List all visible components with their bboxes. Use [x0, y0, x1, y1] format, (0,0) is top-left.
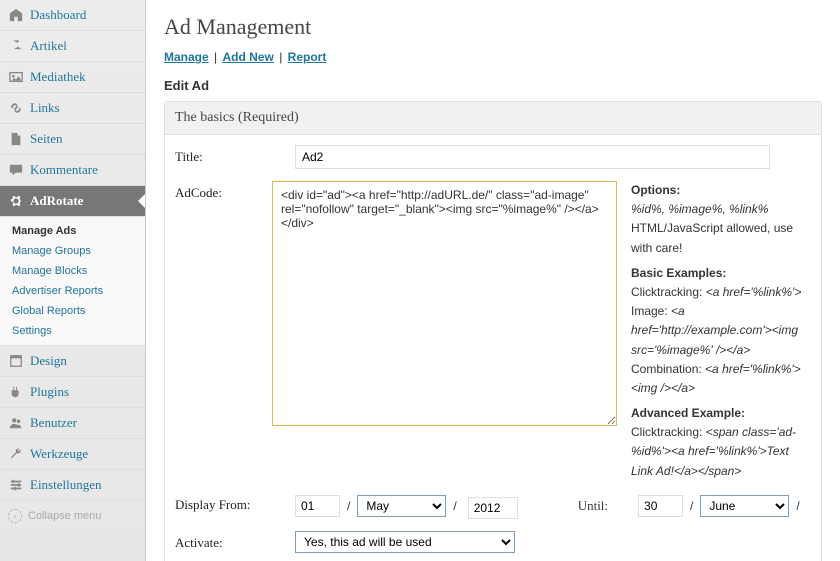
submenu-item[interactable]: Manage Ads	[0, 221, 145, 241]
panel-header: The basics (Required)	[165, 102, 821, 135]
from-year-input[interactable]	[468, 497, 518, 519]
menu-label: Benutzer	[30, 415, 77, 431]
users-icon	[8, 415, 24, 431]
menu-item-plugins[interactable]: Plugins	[0, 377, 145, 408]
collapse-menu[interactable]: ‹ Collapse menu	[0, 501, 145, 531]
edit-ad-heading: Edit Ad	[164, 78, 822, 93]
activate-label: Activate:	[175, 531, 295, 551]
menu-item-benutzer[interactable]: Benutzer	[0, 408, 145, 439]
menu-label: Einstellungen	[30, 477, 102, 493]
collapse-label: Collapse menu	[28, 510, 101, 522]
settings-icon	[8, 477, 24, 493]
from-day-input[interactable]	[295, 495, 340, 517]
link-icon	[8, 100, 24, 116]
nav-add-new[interactable]: Add New	[223, 50, 274, 64]
gear-icon	[8, 193, 24, 209]
menu-label: Design	[30, 353, 67, 369]
submenu-item[interactable]: Advertiser Reports	[0, 281, 145, 301]
display-from-label: Display From:	[175, 493, 295, 513]
until-month-select[interactable]: JanuaryFebruaryMarchAprilMayJuneJulyAugu…	[700, 495, 789, 517]
submenu-item[interactable]: Settings	[0, 321, 145, 341]
design-icon	[8, 353, 24, 369]
menu-label: Mediathek	[30, 69, 86, 85]
dashboard-icon	[8, 7, 24, 23]
page-icon	[8, 131, 24, 147]
title-input[interactable]	[295, 145, 770, 169]
menu-label: Werkzeuge	[30, 446, 88, 462]
menu-item-dashboard[interactable]: Dashboard	[0, 0, 145, 31]
nav-manage[interactable]: Manage	[164, 50, 209, 64]
title-label: Title:	[175, 145, 295, 165]
menu-item-design[interactable]: Design	[0, 346, 145, 377]
basics-panel: The basics (Required) Title: AdCode: <di…	[164, 101, 822, 561]
menu-item-mediathek[interactable]: Mediathek	[0, 62, 145, 93]
plugin-icon	[8, 384, 24, 400]
menu-item-artikel[interactable]: Artikel	[0, 31, 145, 62]
adcode-label: AdCode:	[175, 181, 272, 201]
submenu-item[interactable]: Manage Blocks	[0, 261, 145, 281]
main-content: Ad Management Manage | Add New | Report …	[146, 0, 840, 561]
adcode-help: Options: %id%, %image%, %link%HTML/JavaS…	[631, 181, 811, 481]
menu-label: Plugins	[30, 384, 69, 400]
menu-label: Links	[30, 100, 60, 116]
admin-sidebar: Dashboard Artikel Mediathek Links Seiten Komm…	[0, 0, 146, 561]
menu-item-werkzeuge[interactable]: Werkzeuge	[0, 439, 145, 470]
media-icon	[8, 69, 24, 85]
menu-label: Seiten	[30, 131, 63, 147]
sub-navigation: Manage | Add New | Report	[164, 50, 822, 64]
page-title: Ad Management	[164, 14, 822, 40]
from-month-select[interactable]: JanuaryFebruaryMarchAprilMayJuneJulyAugu…	[357, 495, 446, 517]
menu-item-adrotate[interactable]: AdRotate	[0, 186, 145, 217]
menu-item-einstellungen[interactable]: Einstellungen	[0, 470, 145, 501]
collapse-icon: ‹	[8, 509, 22, 523]
until-day-input[interactable]	[638, 495, 683, 517]
until-label: Until:	[578, 498, 608, 514]
menu-label: Artikel	[30, 38, 67, 54]
adcode-textarea[interactable]: <div id="ad"><a href="http://adURL.de/" …	[272, 181, 617, 426]
menu-label: Kommentare	[30, 162, 98, 178]
submenu-item[interactable]: Manage Groups	[0, 241, 145, 261]
menu-item-seiten[interactable]: Seiten	[0, 124, 145, 155]
activate-select[interactable]: Yes, this ad will be used	[295, 531, 515, 553]
nav-report[interactable]: Report	[288, 50, 327, 64]
menu-item-links[interactable]: Links	[0, 93, 145, 124]
submenu-item[interactable]: Global Reports	[0, 301, 145, 321]
menu-label: AdRotate	[30, 193, 83, 209]
tools-icon	[8, 446, 24, 462]
menu-item-kommentare[interactable]: Kommentare	[0, 155, 145, 186]
pin-icon	[8, 38, 24, 54]
comment-icon	[8, 162, 24, 178]
menu-label: Dashboard	[30, 7, 86, 23]
